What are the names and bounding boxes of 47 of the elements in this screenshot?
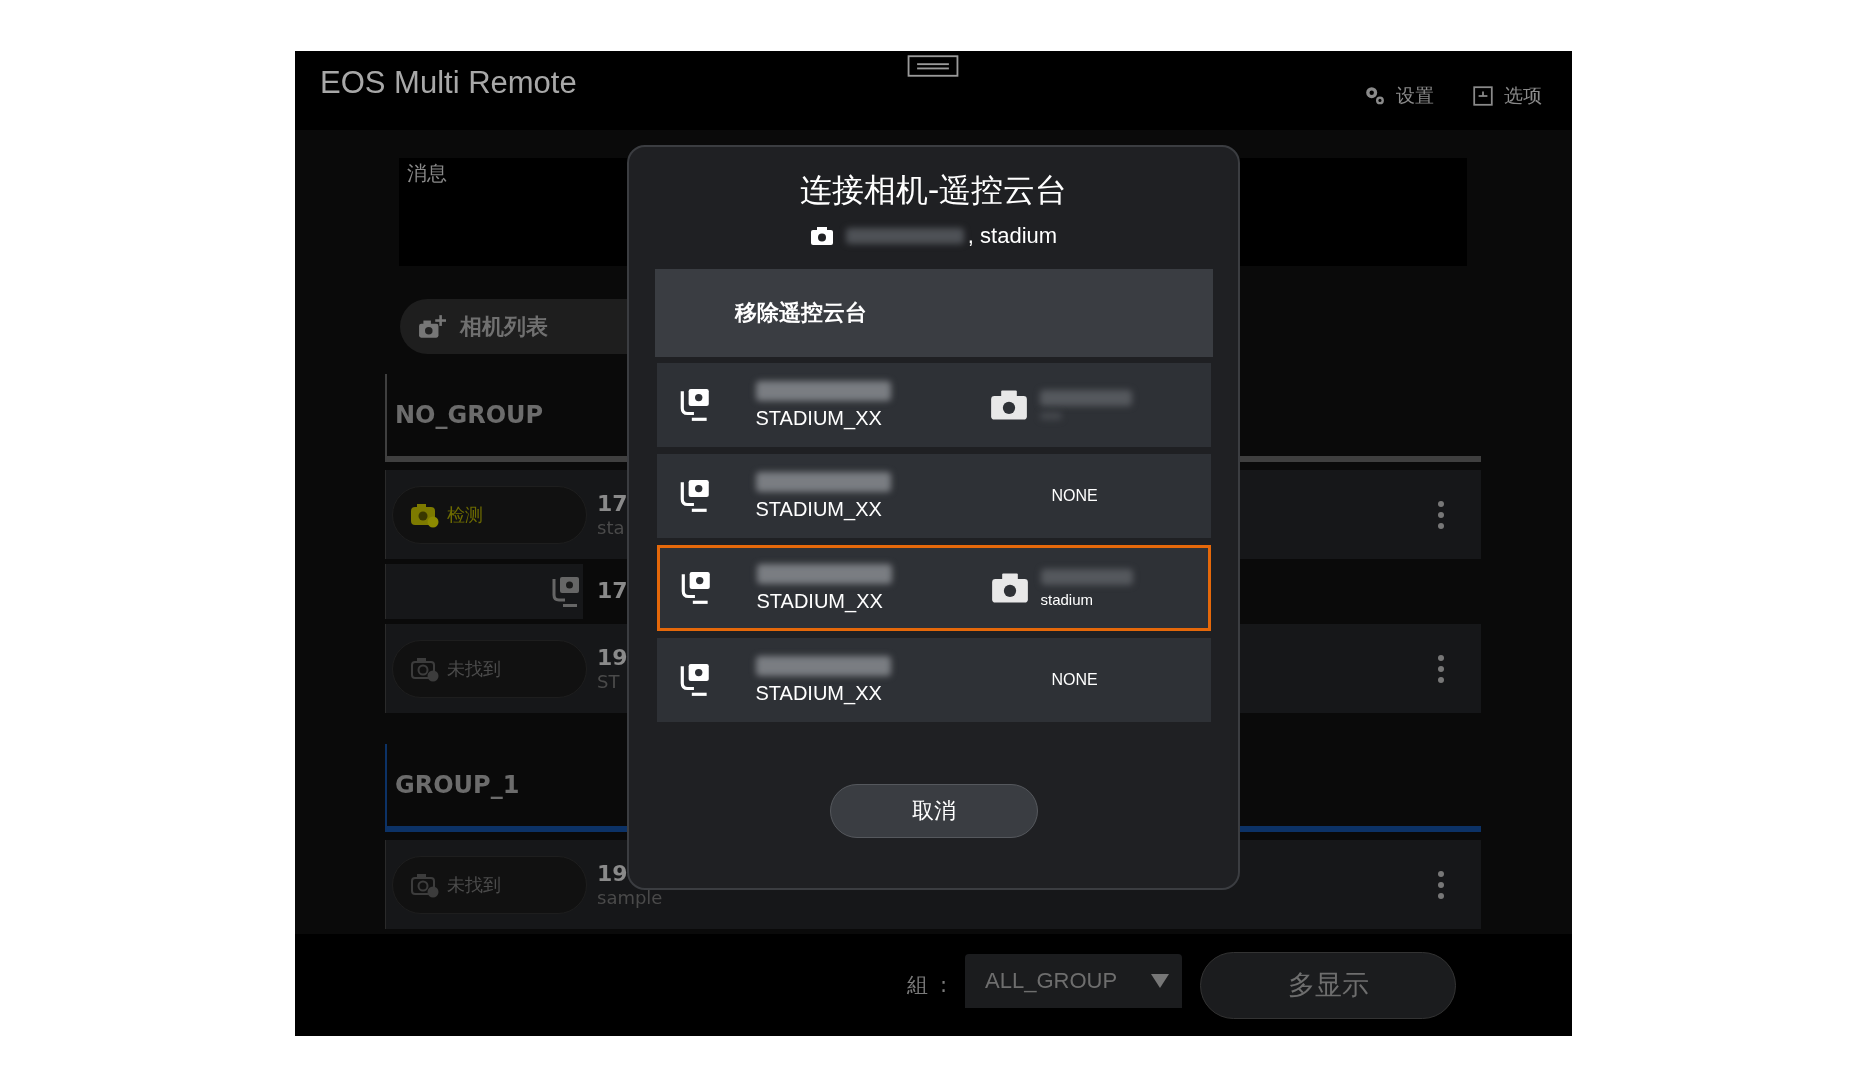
drag-handle-icon[interactable] bbox=[907, 55, 959, 77]
separator-label: : bbox=[940, 973, 948, 997]
camera-question-icon bbox=[411, 871, 439, 898]
ptz-model: STADIUM_XX bbox=[755, 681, 883, 705]
ptz-row[interactable]: STADIUM_XX stadium bbox=[656, 545, 1211, 631]
device-number: 19 bbox=[597, 644, 628, 672]
message-label: 消息 bbox=[407, 161, 447, 185]
menu-item[interactable]: 设置 bbox=[1396, 83, 1434, 109]
ptz-icon bbox=[678, 478, 711, 514]
ptz-row[interactable]: STADIUM_XX bbox=[656, 363, 1211, 447]
cancel-button[interactable]: 取消 bbox=[829, 784, 1038, 838]
ptz-icon bbox=[678, 387, 711, 423]
remove-ptz-label: 移除遥控云台 bbox=[734, 299, 867, 327]
gears-icon bbox=[1364, 85, 1386, 107]
camera-question-icon bbox=[411, 655, 439, 682]
ptz-icon bbox=[679, 570, 712, 606]
group-label: 組 bbox=[907, 972, 928, 999]
ptz-model: STADIUM_XX bbox=[756, 589, 884, 613]
camera-icon bbox=[809, 226, 834, 246]
status-label: 检测 bbox=[447, 502, 483, 527]
ptz-row[interactable]: STADIUM_XX NONE bbox=[656, 638, 1211, 722]
remove-ptz-item[interactable]: 移除遥控云台 bbox=[654, 269, 1213, 357]
ptz-row[interactable]: STADIUM_XX NONE bbox=[656, 454, 1211, 538]
more-icon[interactable] bbox=[1437, 868, 1445, 901]
menu-item[interactable]: 选项 bbox=[1504, 83, 1542, 109]
ptz-model: STADIUM_XX bbox=[755, 497, 883, 521]
more-icon[interactable] bbox=[1437, 498, 1445, 531]
status-label: 未找到 bbox=[447, 656, 501, 681]
options-icon bbox=[1472, 85, 1494, 107]
camera-status: NONE bbox=[1051, 671, 1098, 689]
device-number: 17 bbox=[597, 578, 628, 605]
caret-icon bbox=[1150, 973, 1171, 989]
camera-add-icon bbox=[418, 313, 446, 340]
dialog-title: 连接相机-遥控云台 bbox=[799, 170, 1068, 211]
device-number: 19 bbox=[597, 860, 629, 888]
dialog-subtitle: , stadium bbox=[967, 223, 1058, 249]
camera-status: NONE bbox=[1051, 487, 1098, 505]
group-name: GROUP_1 bbox=[395, 771, 520, 799]
camera-alert-icon bbox=[411, 501, 439, 528]
ptz-icon bbox=[678, 662, 711, 698]
app-title: EOS Multi Remote bbox=[320, 65, 577, 101]
ptz-model: STADIUM_XX bbox=[755, 406, 883, 430]
group-name: NO_GROUP bbox=[395, 401, 544, 429]
device-number: 17 bbox=[597, 490, 628, 518]
status-label: 未找到 bbox=[447, 872, 501, 897]
camera-name: stadium bbox=[1040, 590, 1095, 608]
more-icon[interactable] bbox=[1437, 652, 1445, 685]
